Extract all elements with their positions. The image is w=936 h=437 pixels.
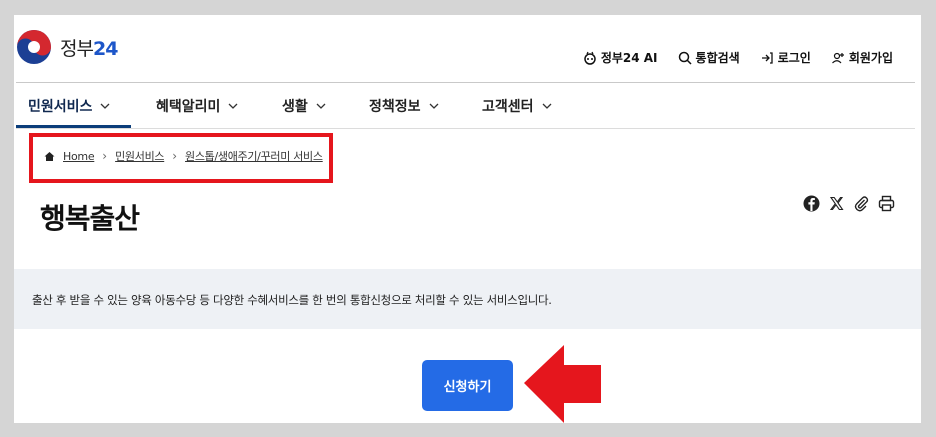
breadcrumb: Home › 민원서비스 › 원스톱/생애주기/꾸러미 서비스 (44, 148, 323, 164)
nav-item-label: 생활 (282, 98, 308, 115)
search-label: 통합검색 (695, 51, 740, 65)
utility-menu: 정부24 AI 통합검색 로그인 회원가입 (583, 49, 893, 66)
chevron-right-icon: › (172, 149, 178, 163)
chevron-down-icon (316, 103, 326, 109)
ai-link[interactable]: 정부24 AI (583, 49, 658, 66)
chevron-down-icon (100, 103, 110, 109)
breadcrumb-home[interactable]: Home (63, 150, 95, 163)
site-logo[interactable]: 정부24 (16, 29, 118, 65)
link-clip-icon[interactable] (853, 195, 870, 212)
nav-item-label: 혜택알리미 (156, 98, 221, 115)
search-link[interactable]: 통합검색 (678, 49, 740, 66)
signup-label: 회원가입 (848, 51, 893, 65)
taegeuk-emblem-icon (16, 29, 52, 65)
signup-link[interactable]: 회원가입 (831, 49, 893, 66)
print-icon[interactable] (878, 195, 895, 212)
facebook-icon[interactable] (803, 195, 820, 212)
breadcrumb-onestop[interactable]: 원스톱/생애주기/꾸러미 서비스 (185, 148, 323, 164)
nav-item-label: 정책정보 (369, 98, 421, 115)
main-navigation: 민원서비스 혜택알리미 생활 정책정보 고객센터 (14, 83, 921, 128)
nav-item-life[interactable]: 생활 (282, 83, 326, 128)
chevron-down-icon (542, 103, 551, 109)
home-icon (44, 151, 55, 161)
nav-item-label: 민원서비스 (28, 98, 93, 115)
login-icon (761, 51, 773, 64)
login-label: 로그인 (777, 51, 811, 65)
apply-button[interactable]: 신청하기 (422, 360, 513, 411)
ai-label: 정부24 AI (600, 51, 658, 65)
brand-name: 정부24 (60, 37, 118, 60)
user-plus-icon (831, 52, 844, 63)
nav-divider (16, 128, 915, 129)
service-description-box: 출산 후 받을 수 있는 양육 아동수당 등 다양한 수혜서비스를 한 번의 통… (14, 269, 921, 329)
chevron-down-icon (429, 103, 438, 109)
nav-item-civil-service[interactable]: 민원서비스 (28, 83, 110, 128)
chevron-right-icon: › (102, 149, 108, 163)
nav-item-label: 고객센터 (482, 98, 534, 115)
page-container: 정부24 정부24 AI 통합검색 로그인 회원가입 민원서비스 혜택알리미 생… (14, 15, 921, 423)
nav-item-policy[interactable]: 정책정보 (369, 83, 439, 128)
breadcrumb-civil-service[interactable]: 민원서비스 (115, 148, 164, 164)
chevron-down-icon (228, 103, 238, 109)
search-icon (678, 51, 692, 65)
share-tools (803, 195, 895, 212)
pointing-arrow-icon (524, 345, 601, 423)
ai-icon (584, 51, 596, 65)
x-twitter-icon[interactable] (828, 195, 845, 212)
header: 정부24 정부24 AI 통합검색 로그인 회원가입 (14, 15, 921, 83)
login-link[interactable]: 로그인 (760, 49, 811, 66)
service-description: 출산 후 받을 수 있는 양육 아동수당 등 다양한 수혜서비스를 한 번의 통… (32, 293, 552, 307)
nav-item-customer-center[interactable]: 고객센터 (482, 83, 552, 128)
page-title: 행복출산 (40, 202, 140, 235)
nav-item-benefits[interactable]: 혜택알리미 (156, 83, 238, 128)
